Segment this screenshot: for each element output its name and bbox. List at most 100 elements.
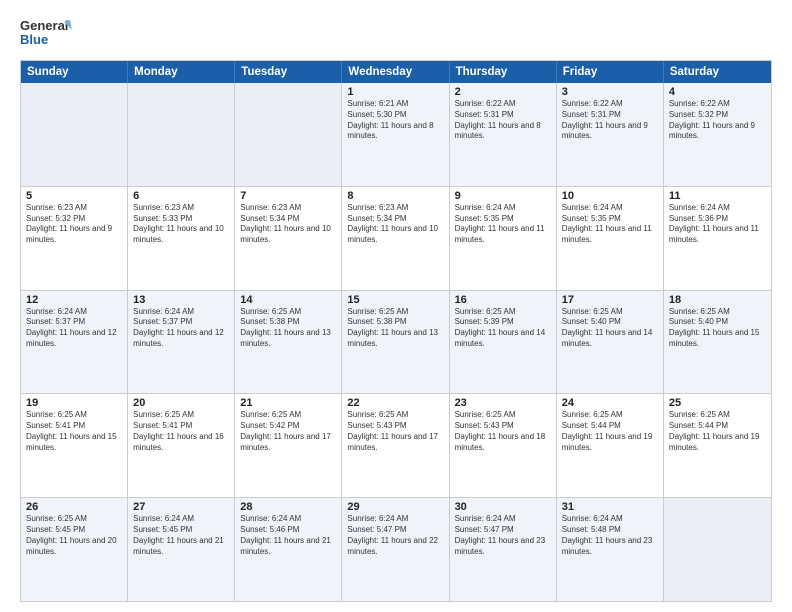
day-number: 19 <box>26 397 122 409</box>
day-number: 3 <box>562 86 658 98</box>
calendar-cell <box>235 83 342 186</box>
calendar-cell: 24Sunrise: 6:25 AM Sunset: 5:44 PM Dayli… <box>557 394 664 497</box>
day-number: 14 <box>240 294 336 306</box>
day-info: Sunrise: 6:24 AM Sunset: 5:45 PM Dayligh… <box>133 514 229 557</box>
day-number: 4 <box>669 86 766 98</box>
day-info: Sunrise: 6:25 AM Sunset: 5:44 PM Dayligh… <box>669 410 766 453</box>
calendar-header-row: SundayMondayTuesdayWednesdayThursdayFrid… <box>21 61 771 83</box>
calendar-cell: 30Sunrise: 6:24 AM Sunset: 5:47 PM Dayli… <box>450 498 557 601</box>
calendar-cell: 20Sunrise: 6:25 AM Sunset: 5:41 PM Dayli… <box>128 394 235 497</box>
day-info: Sunrise: 6:23 AM Sunset: 5:34 PM Dayligh… <box>347 203 443 246</box>
day-info: Sunrise: 6:24 AM Sunset: 5:35 PM Dayligh… <box>455 203 551 246</box>
day-info: Sunrise: 6:23 AM Sunset: 5:34 PM Dayligh… <box>240 203 336 246</box>
calendar-body: 1Sunrise: 6:21 AM Sunset: 5:30 PM Daylig… <box>21 83 771 601</box>
calendar-cell: 23Sunrise: 6:25 AM Sunset: 5:43 PM Dayli… <box>450 394 557 497</box>
day-number: 24 <box>562 397 658 409</box>
day-number: 28 <box>240 501 336 513</box>
day-number: 31 <box>562 501 658 513</box>
day-number: 7 <box>240 190 336 202</box>
calendar-row: 19Sunrise: 6:25 AM Sunset: 5:41 PM Dayli… <box>21 393 771 497</box>
calendar-header-cell: Sunday <box>21 61 128 83</box>
day-info: Sunrise: 6:25 AM Sunset: 5:38 PM Dayligh… <box>347 307 443 350</box>
day-info: Sunrise: 6:25 AM Sunset: 5:40 PM Dayligh… <box>669 307 766 350</box>
calendar-cell: 6Sunrise: 6:23 AM Sunset: 5:33 PM Daylig… <box>128 187 235 290</box>
day-number: 10 <box>562 190 658 202</box>
day-info: Sunrise: 6:24 AM Sunset: 5:35 PM Dayligh… <box>562 203 658 246</box>
day-info: Sunrise: 6:22 AM Sunset: 5:31 PM Dayligh… <box>562 99 658 142</box>
calendar-header-cell: Tuesday <box>235 61 342 83</box>
day-info: Sunrise: 6:25 AM Sunset: 5:38 PM Dayligh… <box>240 307 336 350</box>
day-number: 30 <box>455 501 551 513</box>
day-info: Sunrise: 6:23 AM Sunset: 5:32 PM Dayligh… <box>26 203 122 246</box>
page: GeneralBlue SundayMondayTuesdayWednesday… <box>0 0 792 612</box>
day-number: 23 <box>455 397 551 409</box>
day-number: 21 <box>240 397 336 409</box>
calendar-cell <box>21 83 128 186</box>
day-info: Sunrise: 6:24 AM Sunset: 5:46 PM Dayligh… <box>240 514 336 557</box>
calendar-cell: 26Sunrise: 6:25 AM Sunset: 5:45 PM Dayli… <box>21 498 128 601</box>
day-number: 15 <box>347 294 443 306</box>
day-info: Sunrise: 6:24 AM Sunset: 5:36 PM Dayligh… <box>669 203 766 246</box>
calendar-row: 1Sunrise: 6:21 AM Sunset: 5:30 PM Daylig… <box>21 83 771 186</box>
day-number: 18 <box>669 294 766 306</box>
day-info: Sunrise: 6:24 AM Sunset: 5:37 PM Dayligh… <box>133 307 229 350</box>
calendar-header-cell: Thursday <box>450 61 557 83</box>
day-info: Sunrise: 6:25 AM Sunset: 5:43 PM Dayligh… <box>455 410 551 453</box>
day-info: Sunrise: 6:22 AM Sunset: 5:32 PM Dayligh… <box>669 99 766 142</box>
day-info: Sunrise: 6:25 AM Sunset: 5:41 PM Dayligh… <box>133 410 229 453</box>
logo: GeneralBlue <box>20 16 72 52</box>
calendar-cell: 18Sunrise: 6:25 AM Sunset: 5:40 PM Dayli… <box>664 291 771 394</box>
day-number: 12 <box>26 294 122 306</box>
calendar-cell: 22Sunrise: 6:25 AM Sunset: 5:43 PM Dayli… <box>342 394 449 497</box>
calendar-cell: 5Sunrise: 6:23 AM Sunset: 5:32 PM Daylig… <box>21 187 128 290</box>
day-number: 25 <box>669 397 766 409</box>
svg-text:Blue: Blue <box>20 32 48 47</box>
day-number: 27 <box>133 501 229 513</box>
day-number: 20 <box>133 397 229 409</box>
day-number: 1 <box>347 86 443 98</box>
day-info: Sunrise: 6:25 AM Sunset: 5:41 PM Dayligh… <box>26 410 122 453</box>
day-info: Sunrise: 6:25 AM Sunset: 5:45 PM Dayligh… <box>26 514 122 557</box>
header: GeneralBlue <box>20 16 772 52</box>
day-number: 5 <box>26 190 122 202</box>
day-info: Sunrise: 6:25 AM Sunset: 5:42 PM Dayligh… <box>240 410 336 453</box>
calendar-cell: 9Sunrise: 6:24 AM Sunset: 5:35 PM Daylig… <box>450 187 557 290</box>
calendar-cell: 14Sunrise: 6:25 AM Sunset: 5:38 PM Dayli… <box>235 291 342 394</box>
day-info: Sunrise: 6:25 AM Sunset: 5:44 PM Dayligh… <box>562 410 658 453</box>
calendar-cell: 29Sunrise: 6:24 AM Sunset: 5:47 PM Dayli… <box>342 498 449 601</box>
day-number: 16 <box>455 294 551 306</box>
day-number: 13 <box>133 294 229 306</box>
calendar-cell: 2Sunrise: 6:22 AM Sunset: 5:31 PM Daylig… <box>450 83 557 186</box>
calendar-cell <box>128 83 235 186</box>
day-number: 2 <box>455 86 551 98</box>
day-info: Sunrise: 6:21 AM Sunset: 5:30 PM Dayligh… <box>347 99 443 142</box>
calendar-cell: 13Sunrise: 6:24 AM Sunset: 5:37 PM Dayli… <box>128 291 235 394</box>
svg-text:General: General <box>20 18 68 33</box>
calendar-cell: 8Sunrise: 6:23 AM Sunset: 5:34 PM Daylig… <box>342 187 449 290</box>
day-number: 8 <box>347 190 443 202</box>
calendar-cell: 3Sunrise: 6:22 AM Sunset: 5:31 PM Daylig… <box>557 83 664 186</box>
calendar-cell <box>664 498 771 601</box>
day-number: 22 <box>347 397 443 409</box>
calendar-cell: 4Sunrise: 6:22 AM Sunset: 5:32 PM Daylig… <box>664 83 771 186</box>
calendar-row: 12 Sunrise: 6:24 AM Sunset: 5:37 PM Dayli… <box>21 290 771 394</box>
logo-svg: GeneralBlue <box>20 16 72 52</box>
calendar-cell: 31Sunrise: 6:24 AM Sunset: 5:48 PM Dayli… <box>557 498 664 601</box>
calendar-cell: 21Sunrise: 6:25 AM Sunset: 5:42 PM Dayli… <box>235 394 342 497</box>
calendar-cell: 7Sunrise: 6:23 AM Sunset: 5:34 PM Daylig… <box>235 187 342 290</box>
calendar-cell: 10Sunrise: 6:24 AM Sunset: 5:35 PM Dayli… <box>557 187 664 290</box>
day-info: Sunrise: 6:24 AM Sunset: 5:47 PM Dayligh… <box>455 514 551 557</box>
calendar-row: 26Sunrise: 6:25 AM Sunset: 5:45 PM Dayli… <box>21 497 771 601</box>
day-number: 29 <box>347 501 443 513</box>
calendar-cell: 28Sunrise: 6:24 AM Sunset: 5:46 PM Dayli… <box>235 498 342 601</box>
day-info: Sunrise: 6:23 AM Sunset: 5:33 PM Dayligh… <box>133 203 229 246</box>
calendar-cell: 12Sunrise: 6:24 AM Sunset: 5:37 PM Dayli… <box>21 291 128 394</box>
day-number: 6 <box>133 190 229 202</box>
calendar-cell: 16Sunrise: 6:25 AM Sunset: 5:39 PM Dayli… <box>450 291 557 394</box>
calendar-cell: 15Sunrise: 6:25 AM Sunset: 5:38 PM Dayli… <box>342 291 449 394</box>
day-number: 26 <box>26 501 122 513</box>
calendar-cell: 1Sunrise: 6:21 AM Sunset: 5:30 PM Daylig… <box>342 83 449 186</box>
day-number: 9 <box>455 190 551 202</box>
calendar-header-cell: Friday <box>557 61 664 83</box>
calendar-cell: 25Sunrise: 6:25 AM Sunset: 5:44 PM Dayli… <box>664 394 771 497</box>
